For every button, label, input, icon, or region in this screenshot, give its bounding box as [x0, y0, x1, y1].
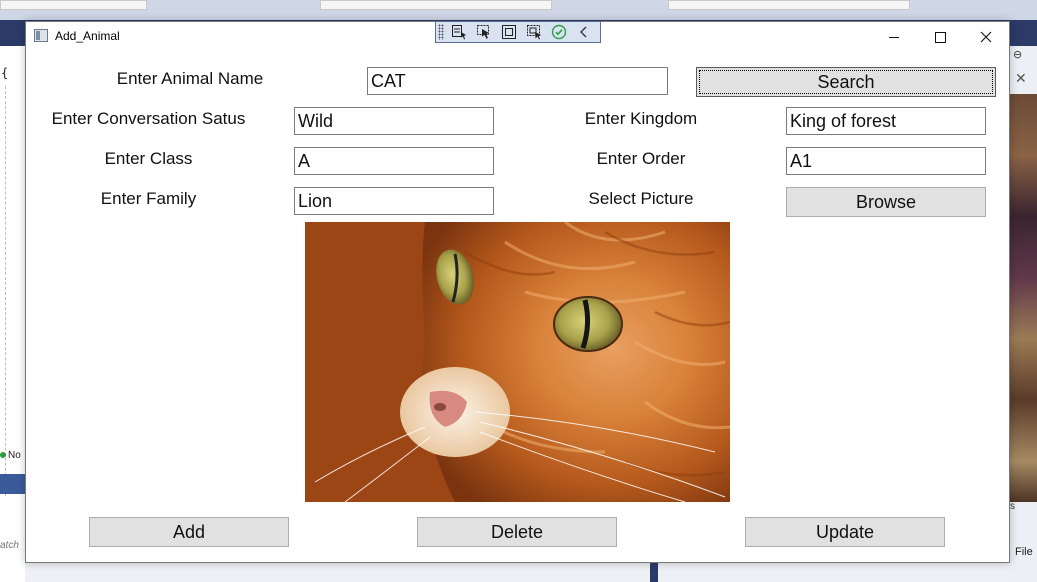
- ide-panel-header: [0, 474, 26, 494]
- conservation-status-label: Enter Conversation Satus: [51, 109, 246, 128]
- ok-status-icon: [0, 452, 6, 458]
- collapse-chevron-icon[interactable]: [576, 24, 594, 40]
- ide-splitter: [650, 562, 658, 582]
- close-button[interactable]: [963, 22, 1009, 52]
- kingdom-input[interactable]: [786, 107, 986, 135]
- family-input[interactable]: [294, 187, 494, 215]
- class-label: Enter Class: [104, 149, 193, 168]
- close-icon: [980, 31, 992, 43]
- window-title: Add_Animal: [55, 29, 120, 43]
- check-icon[interactable]: [551, 24, 569, 40]
- ide-toolbar-field: [668, 0, 910, 10]
- animal-name-input[interactable]: [367, 67, 668, 95]
- add-button[interactable]: Add: [89, 517, 289, 547]
- ide-panel-text: s: [1010, 501, 1015, 512]
- conservation-status-input[interactable]: [294, 107, 494, 135]
- cat-photo-image: [305, 222, 730, 502]
- ide-right-panel: ⊖ ✕ s File: [1009, 46, 1037, 582]
- ide-search-hint: atch: [0, 540, 19, 551]
- animal-picture: [305, 222, 730, 502]
- runtime-debug-toolbar: [435, 21, 601, 43]
- pointer-icon[interactable]: [476, 24, 494, 40]
- ide-status-text: No: [8, 450, 21, 461]
- track-focus-icon[interactable]: [526, 24, 544, 40]
- order-label: Enter Order: [596, 149, 686, 168]
- class-input[interactable]: [294, 147, 494, 175]
- maximize-icon: [934, 31, 946, 43]
- indent-guide: [5, 86, 6, 496]
- code-brace: {: [1, 66, 9, 80]
- ide-toolbar-field: [0, 0, 147, 10]
- ide-bottom-area: [25, 562, 1009, 582]
- ide-file-menu[interactable]: File: [1015, 546, 1033, 558]
- kingdom-label: Enter Kingdom: [584, 109, 698, 128]
- family-label: Enter Family: [100, 189, 197, 208]
- ide-toolbar-field: [320, 0, 552, 10]
- title-bar[interactable]: Add_Animal: [26, 21, 1009, 52]
- select-picture-label: Select Picture: [588, 189, 694, 208]
- maximize-button[interactable]: [917, 22, 963, 52]
- add-animal-window: Add_Animal Enter Animal Name CAT Search …: [25, 21, 1010, 563]
- app-window-icon: [34, 29, 48, 42]
- minimize-button[interactable]: [871, 22, 917, 52]
- ide-toolbar-background: [0, 0, 1037, 20]
- zoom-icon: ⊖: [1013, 49, 1023, 61]
- display-layout-icon[interactable]: [501, 24, 519, 40]
- ide-designer-preview: [1009, 94, 1037, 502]
- order-input[interactable]: [786, 147, 986, 175]
- ide-status-indicator: No: [0, 450, 21, 461]
- search-button[interactable]: Search: [696, 67, 996, 97]
- update-button[interactable]: Update: [745, 517, 945, 547]
- browse-button[interactable]: Browse: [786, 187, 986, 217]
- ide-code-editor: { No atch: [0, 46, 26, 582]
- close-icon: ✕: [1015, 70, 1027, 86]
- delete-button[interactable]: Delete: [417, 517, 617, 547]
- select-element-icon[interactable]: [451, 24, 469, 40]
- minimize-icon: [889, 36, 899, 38]
- animal-name-label: Enter Animal Name: [116, 69, 264, 88]
- toolbar-grip[interactable]: [438, 24, 444, 40]
